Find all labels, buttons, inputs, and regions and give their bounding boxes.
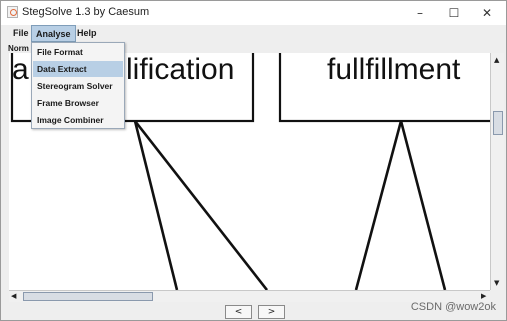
previous-plane-button[interactable]: < (225, 305, 252, 319)
menu-analyse[interactable]: Analyse (31, 25, 76, 42)
scroll-up-icon[interactable]: ▲ (494, 56, 499, 64)
scroll-right-icon[interactable]: ▶ (481, 292, 486, 300)
menu-item-data-extract[interactable]: Data Extract (33, 61, 123, 77)
vertical-scrollbar[interactable]: ▲ ▼ (490, 53, 504, 290)
window-title: StegSolve 1.3 by Caesum (22, 6, 150, 18)
menu-item-stereogram-solver[interactable]: Stereogram Solver (33, 78, 123, 94)
view-mode-label: Norm (8, 44, 29, 53)
app-icon (7, 6, 18, 18)
menu-item-file-format[interactable]: File Format (33, 44, 123, 60)
title-bar: StegSolve 1.3 by Caesum – ☐ ✕ (1, 1, 506, 26)
stegsolve-window: StegSolve 1.3 by Caesum – ☐ ✕ File Analy… (0, 0, 507, 321)
analyse-dropdown-menu: File Format Data Extract Stereogram Solv… (31, 42, 125, 129)
menu-item-image-combiner[interactable]: Image Combiner (33, 112, 123, 128)
vertical-scroll-thumb[interactable] (493, 111, 503, 135)
menu-bar: File Analyse Help (1, 25, 506, 42)
next-plane-button[interactable]: > (258, 305, 285, 319)
maximize-button[interactable]: ☐ (437, 2, 471, 24)
scroll-left-icon[interactable]: ◀ (11, 292, 16, 300)
menu-file[interactable]: File (9, 25, 33, 42)
left-word: lification (126, 53, 235, 86)
right-branch-line-2 (399, 120, 447, 290)
right-word: fullfillment (327, 53, 461, 86)
menu-item-frame-browser[interactable]: Frame Browser (33, 95, 123, 111)
menu-help[interactable]: Help (73, 25, 101, 42)
left-word-fragment: a (12, 53, 29, 86)
horizontal-scroll-thumb[interactable] (23, 292, 153, 301)
close-button[interactable]: ✕ (470, 2, 504, 24)
scroll-down-icon[interactable]: ▼ (494, 279, 499, 287)
right-branch-line-1 (354, 120, 403, 290)
minimize-button[interactable]: – (403, 2, 437, 24)
watermark: CSDN @wow2ok (410, 301, 496, 313)
